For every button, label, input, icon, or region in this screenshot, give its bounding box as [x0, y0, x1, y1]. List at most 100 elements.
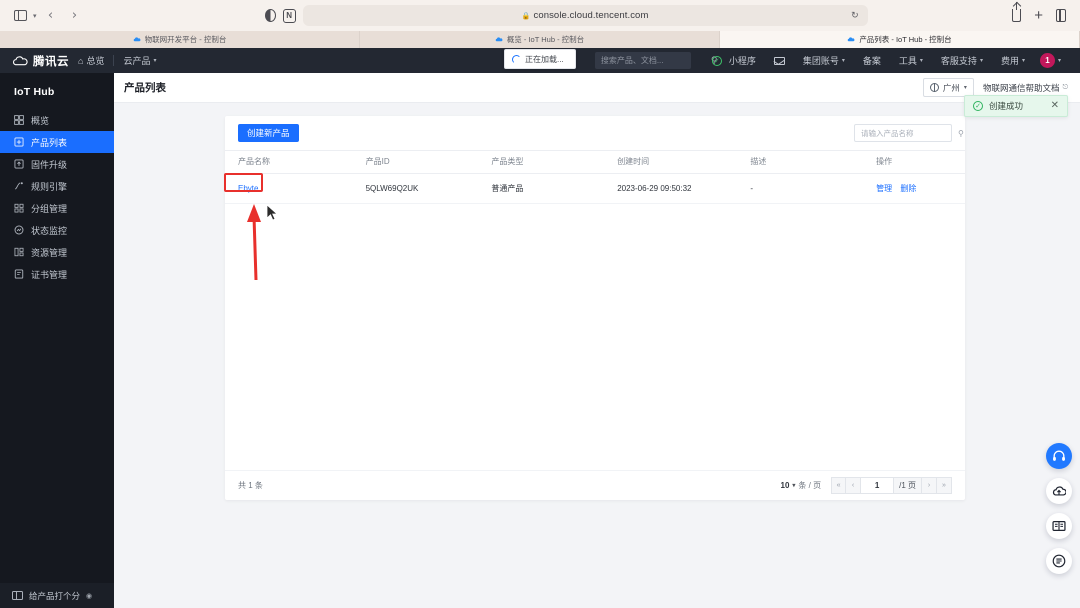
user-account-menu[interactable]: 1 ▾: [1034, 53, 1070, 68]
avatar: 1: [1039, 53, 1055, 68]
sidebar-item-label: 固件升级: [31, 159, 68, 170]
page-number-input[interactable]: 1: [861, 477, 895, 494]
header-item-billing[interactable]: 费用 ▾: [992, 54, 1034, 67]
url-text: console.cloud.tencent.com: [533, 10, 649, 21]
global-search[interactable]: ⚲: [594, 52, 717, 69]
header-item-mini-program[interactable]: ✓ 小程序: [703, 54, 765, 67]
rule-engine-icon: [15, 182, 23, 190]
nav-item-products[interactable]: 云产品 ▾: [114, 54, 165, 67]
iot-sidebar: IoT Hub 概览 产品列表 固件升级 规则引擎 分组管理 状态监控 资源管理…: [0, 73, 114, 608]
close-icon[interactable]: ✕: [1051, 101, 1059, 111]
header-item-group-account[interactable]: 集团账号 ▾: [794, 54, 854, 67]
table-row[interactable]: Ebyte 5QLW69Q2UK 普通产品 2023-06-29 09:50:3…: [225, 173, 965, 204]
sidebar-item-status-monitor[interactable]: 状态监控: [0, 219, 114, 241]
header-item-messages[interactable]: [765, 56, 794, 65]
sidebar-item-label: 规则引擎: [31, 181, 68, 192]
chevron-down-icon: ▾: [841, 58, 845, 64]
feedback-list-button[interactable]: [1046, 548, 1072, 574]
chevron-down-icon[interactable]: ▾: [33, 12, 37, 20]
delete-link[interactable]: 删除: [900, 184, 916, 193]
floating-action-rail: [1046, 443, 1072, 574]
rate-product-label[interactable]: 给产品打个分: [29, 590, 80, 602]
share-icon[interactable]: [1012, 2, 1022, 22]
first-page-button[interactable]: «: [831, 477, 847, 494]
browser-address-area: N 🔒 console.cloud.tencent.com ↻: [120, 5, 1012, 26]
sidebar-item-resource-management[interactable]: 资源管理: [0, 241, 114, 263]
documentation-button[interactable]: [1046, 513, 1072, 539]
lock-icon: 🔒: [521, 12, 531, 20]
product-list-card: 创建新产品 ⚲ 产品名称 产品ID 产品类型 创建时间 描述 操作: [225, 116, 965, 500]
back-button[interactable]: ‹: [41, 7, 61, 25]
prev-page-button[interactable]: ‹: [846, 477, 862, 494]
column-header-operation: 操作: [876, 150, 965, 174]
rate-icon: ◉: [86, 592, 93, 600]
product-table: 产品名称 产品ID 产品类型 创建时间 描述 操作 Ebyte 5QLW69Q2…: [225, 150, 965, 204]
product-search-input[interactable]: [861, 128, 958, 138]
browser-tab-0[interactable]: 物联网开发平台 - 控制台: [0, 31, 360, 48]
mini-program-icon: ✓: [711, 55, 722, 66]
cell-created-time: 2023-06-29 09:50:32: [617, 173, 751, 204]
product-name-link[interactable]: Ebyte: [238, 184, 258, 193]
tencent-cloud-favicon: [133, 36, 141, 41]
brand-logo[interactable]: 腾讯云: [0, 53, 69, 69]
manage-link[interactable]: 管理: [876, 184, 892, 193]
sidebar-item-group-management[interactable]: 分组管理: [0, 197, 114, 219]
reload-icon[interactable]: ↻: [851, 10, 859, 21]
tab-overview-icon[interactable]: [1056, 8, 1066, 23]
brand-name: 腾讯云: [33, 55, 69, 68]
sidebar-item-firmware-upgrade[interactable]: 固件升级: [0, 153, 114, 175]
sidebar-item-overview[interactable]: 概览: [0, 109, 114, 131]
header-item-support[interactable]: 客服支持 ▾: [932, 54, 992, 67]
plus-icon[interactable]: +: [1034, 8, 1043, 23]
tencent-cloud-logo: [13, 55, 28, 65]
firmware-upgrade-icon: [14, 159, 24, 169]
sidebar-item-label: 资源管理: [31, 247, 68, 258]
reader-mode-icon[interactable]: [264, 9, 276, 22]
help-doc-link[interactable]: 物联网通信帮助文档 ⎋: [983, 82, 1068, 94]
sidebar-item-label: 证书管理: [31, 269, 68, 280]
header-item-tools[interactable]: 工具 ▾: [890, 54, 932, 67]
sidebar-item-product-list[interactable]: 产品列表: [0, 131, 114, 153]
first-page-icon: «: [836, 482, 841, 489]
cloud-upload-button[interactable]: [1046, 478, 1072, 504]
header-item-billing-label: 费用: [1000, 56, 1019, 66]
page-body: 产品列表 广州 ▾ 物联网通信帮助文档 ⎋ ✓ 创建成功 ✕ 创建新产品 ⚲: [114, 73, 1080, 608]
last-page-button[interactable]: »: [937, 477, 952, 494]
status-monitor-icon: [14, 225, 24, 235]
forward-button[interactable]: ›: [65, 7, 85, 25]
chevron-down-icon: ▾: [963, 85, 967, 91]
header-item-icp-label: 备案: [862, 56, 881, 66]
product-list-icon: [14, 137, 24, 147]
browser-actions: +: [1012, 2, 1080, 23]
cell-product-id: 5QLW69Q2UK: [365, 173, 492, 204]
browser-tab-1[interactable]: 概览 - IoT Hub - 控制台: [360, 31, 720, 48]
nav-item-overview[interactable]: ⌂ 总览: [69, 54, 113, 67]
chevron-down-icon: ▾: [792, 483, 796, 489]
product-search[interactable]: ⚲: [854, 124, 964, 142]
region-label: 广州: [942, 82, 960, 93]
extension-icon[interactable]: N: [282, 8, 296, 23]
sidebar-item-certificate-management[interactable]: 证书管理: [0, 263, 114, 285]
sidebar-item-rule-engine[interactable]: 规则引擎: [0, 175, 114, 197]
cell-operations: 管理 删除: [876, 173, 965, 204]
next-page-button[interactable]: ›: [922, 477, 937, 494]
sidebar-toggle-button[interactable]: [10, 7, 30, 25]
global-search-input[interactable]: [600, 56, 711, 65]
address-bar[interactable]: 🔒 console.cloud.tencent.com ↻: [302, 5, 868, 26]
tencent-cloud-favicon: [495, 36, 503, 41]
table-body: Ebyte 5QLW69Q2UK 普通产品 2023-06-29 09:50:3…: [225, 173, 965, 204]
support-chat-button[interactable]: [1046, 443, 1072, 469]
loading-tooltip-label: 正在加载...: [525, 54, 564, 64]
page-size-selector[interactable]: 10 ▾ 条 / 页: [781, 480, 822, 491]
success-toast: ✓ 创建成功 ✕: [964, 95, 1068, 117]
header-item-icp[interactable]: 备案: [854, 54, 890, 67]
create-product-button[interactable]: 创建新产品: [238, 124, 299, 142]
search-icon[interactable]: ⚲: [958, 129, 964, 138]
header-item-tools-label: 工具: [898, 56, 917, 66]
column-header-type: 产品类型: [491, 150, 618, 174]
collapse-sidebar-icon[interactable]: [12, 590, 23, 601]
browser-tab-2[interactable]: 产品列表 - IoT Hub - 控制台: [720, 31, 1080, 48]
cell-description: -: [750, 173, 877, 204]
resource-management-icon: [14, 247, 24, 257]
total-count-label: 共 1 条: [238, 481, 263, 490]
